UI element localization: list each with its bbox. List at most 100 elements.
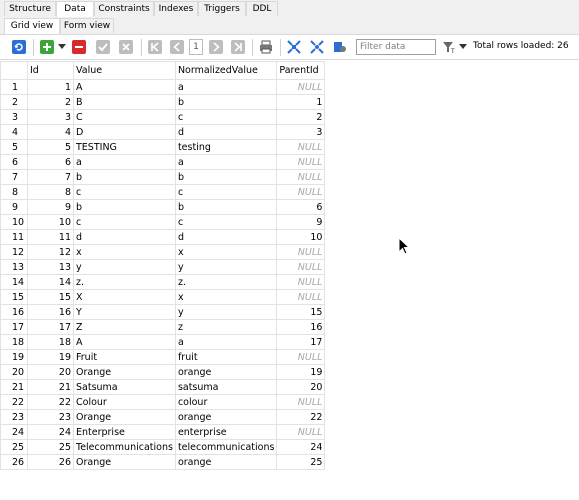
cell-value[interactable]: Orange xyxy=(73,409,176,425)
cell-value[interactable]: a xyxy=(73,154,176,170)
cell-parent-id[interactable]: NULL xyxy=(276,154,326,170)
cell-id[interactable]: 3 xyxy=(27,109,74,125)
cell-normalized-value[interactable]: orange xyxy=(174,409,278,425)
fit-columns-icon[interactable] xyxy=(287,40,301,54)
cell-value[interactable]: C xyxy=(73,109,176,125)
chevron-down-icon[interactable] xyxy=(459,44,467,50)
cell-parent-id[interactable]: NULL xyxy=(276,139,326,155)
cell-id[interactable]: 16 xyxy=(27,304,74,320)
cell-value[interactable]: X xyxy=(73,289,176,305)
tab-indexes[interactable]: Indexes xyxy=(154,1,198,16)
expand-columns-icon[interactable] xyxy=(310,40,324,54)
cell-normalized-value[interactable]: orange xyxy=(174,454,278,470)
cell-value[interactable]: Satsuma xyxy=(73,379,176,395)
table-row[interactable]: 16 16 Yy 15 xyxy=(0,304,326,320)
cell-id[interactable]: 26 xyxy=(27,454,74,470)
cell-value[interactable]: z. xyxy=(73,274,176,290)
cell-id[interactable]: 5 xyxy=(27,139,74,155)
cell-normalized-value[interactable]: a xyxy=(174,79,278,95)
cell-id[interactable]: 21 xyxy=(27,379,74,395)
cell-value[interactable]: c xyxy=(73,214,176,230)
cell-normalized-value[interactable]: a xyxy=(174,334,278,350)
table-row[interactable]: 7 7 b b NULL xyxy=(0,169,326,185)
refresh-icon[interactable] xyxy=(12,40,26,54)
first-page-icon[interactable] xyxy=(148,40,162,54)
cell-parent-id[interactable]: NULL xyxy=(276,349,326,365)
cell-parent-id[interactable]: NULL xyxy=(276,169,326,185)
cell-parent-id[interactable]: NULL xyxy=(276,244,326,260)
cell-id[interactable]: 9 xyxy=(27,199,74,215)
cell-value[interactable]: A xyxy=(73,334,176,350)
cell-value[interactable]: B xyxy=(73,94,176,110)
cell-parent-id[interactable]: 15 xyxy=(276,304,326,320)
commit-icon[interactable] xyxy=(96,40,110,54)
table-row[interactable]: 17 17 Zz 16 xyxy=(0,319,326,335)
cell-value[interactable]: Orange xyxy=(73,454,176,470)
cell-normalized-value[interactable]: orange xyxy=(174,364,278,380)
table-row[interactable]: 15 15 Xx NULL xyxy=(0,289,326,305)
cell-id[interactable]: 13 xyxy=(27,259,74,275)
cell-id[interactable]: 18 xyxy=(27,334,74,350)
table-row[interactable]: 18 18 Aa 17 xyxy=(0,334,326,350)
cell-normalized-value[interactable]: satsuma xyxy=(174,379,278,395)
cell-id[interactable]: 2 xyxy=(27,94,74,110)
table-row[interactable]: 13 13 y y NULL xyxy=(0,259,326,275)
cell-id[interactable]: 15 xyxy=(27,289,74,305)
cell-normalized-value[interactable]: x xyxy=(174,244,278,260)
cell-value[interactable]: Colour xyxy=(73,394,176,410)
cell-value[interactable]: c xyxy=(73,184,176,200)
table-row[interactable]: 23 23 Orange orange 22 xyxy=(0,409,326,425)
cell-id[interactable]: 19 xyxy=(27,349,74,365)
cell-normalized-value[interactable]: b xyxy=(174,169,278,185)
cell-parent-id[interactable]: 19 xyxy=(276,364,326,380)
column-header-value[interactable]: Value xyxy=(73,61,176,80)
cell-parent-id[interactable]: 3 xyxy=(276,124,326,140)
table-row[interactable]: 26 26 Orange orange 25 xyxy=(0,454,326,470)
table-row[interactable]: 33Cc2 xyxy=(0,109,326,125)
cell-id[interactable]: 7 xyxy=(27,169,74,185)
previous-page-icon[interactable] xyxy=(170,40,184,54)
cell-normalized-value[interactable]: c xyxy=(174,184,278,200)
cell-normalized-value[interactable]: z. xyxy=(174,274,278,290)
cell-id[interactable]: 23 xyxy=(27,409,74,425)
filter-input[interactable] xyxy=(356,39,436,55)
cell-id[interactable]: 11 xyxy=(27,229,74,245)
cell-id[interactable]: 24 xyxy=(27,424,74,440)
tab-form-view[interactable]: Form view xyxy=(60,18,114,33)
cell-parent-id[interactable]: 2 xyxy=(276,109,326,125)
cell-parent-id[interactable]: 20 xyxy=(276,379,326,395)
table-row[interactable]: 24 24 Enterprise enterprise NULL xyxy=(0,424,326,440)
chevron-down-icon[interactable] xyxy=(58,44,66,50)
cell-parent-id[interactable]: NULL xyxy=(276,289,326,305)
last-page-icon[interactable] xyxy=(231,40,245,54)
table-row[interactable]: 22Bb1 xyxy=(0,94,326,110)
cell-id[interactable]: 25 xyxy=(27,439,74,455)
cell-value[interactable]: A xyxy=(73,79,176,95)
cell-normalized-value[interactable]: x xyxy=(174,289,278,305)
cell-parent-id[interactable]: 24 xyxy=(276,439,326,455)
cell-value[interactable]: Y xyxy=(73,304,176,320)
cell-value[interactable]: b xyxy=(73,199,176,215)
cell-parent-id[interactable]: NULL xyxy=(276,79,326,95)
tab-triggers[interactable]: Triggers xyxy=(198,1,246,16)
table-row[interactable]: 5 5 TESTING testing NULL xyxy=(0,139,326,155)
rollback-icon[interactable] xyxy=(119,40,133,54)
cell-normalized-value[interactable]: a xyxy=(174,154,278,170)
table-row[interactable]: 1 1 Aa NULL xyxy=(0,79,326,95)
table-row[interactable]: 8 8 c c NULL xyxy=(0,184,326,200)
cell-value[interactable]: Fruit xyxy=(73,349,176,365)
cell-parent-id[interactable]: 22 xyxy=(276,409,326,425)
table-row[interactable]: 14 14 z. z. NULL xyxy=(0,274,326,290)
cell-id[interactable]: 10 xyxy=(27,214,74,230)
tab-constraints[interactable]: Constraints xyxy=(94,1,154,16)
table-row[interactable]: 12 12 x x NULL xyxy=(0,244,326,260)
table-row[interactable]: 25 25 Telecommunications telecommunications… xyxy=(0,439,326,455)
tab-structure[interactable]: Structure xyxy=(4,1,56,16)
cell-value[interactable]: b xyxy=(73,169,176,185)
column-header-normalizedvalue[interactable]: NormalizedValue xyxy=(174,61,278,80)
delete-row-icon[interactable] xyxy=(72,40,86,54)
cell-id[interactable]: 6 xyxy=(27,154,74,170)
table-row[interactable]: 44Dd3 xyxy=(0,124,326,140)
cell-value[interactable]: Telecommunications xyxy=(73,439,176,455)
cell-value[interactable]: x xyxy=(73,244,176,260)
